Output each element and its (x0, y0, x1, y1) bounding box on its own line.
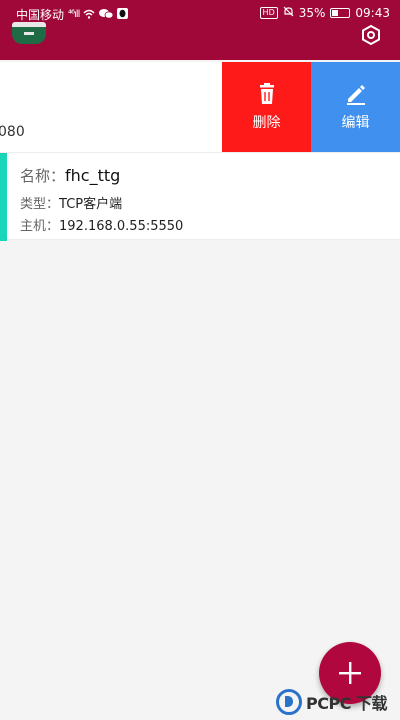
name-value: fhc_ttg (65, 166, 121, 185)
status-right: HD 35% 09:43 (259, 6, 390, 20)
carrier-name: 中国移动 (16, 8, 65, 22)
connection-host-row: 主机：192.168.0.55:5550 (20, 215, 183, 234)
plus-icon (339, 662, 361, 684)
type-label: 类型： (20, 197, 60, 212)
app-logo-icon (12, 22, 46, 44)
host-value: 192.168.0.55:5550 (59, 219, 184, 234)
edit-button[interactable]: 编辑 (311, 62, 400, 152)
connection-name-row: 名称：fhc_ttg (20, 165, 120, 186)
partial-host-text: 080 (0, 124, 25, 140)
trash-icon (259, 83, 274, 104)
wechat-icon (99, 8, 114, 22)
status-left: 中国移动 ⁴⁶ıll (16, 6, 129, 23)
watermark-logo-icon (276, 689, 302, 715)
battery-icon (330, 8, 351, 18)
hd-badge: HD (259, 7, 278, 19)
battery-percent: 35% (298, 6, 326, 20)
edit-label: 编辑 (341, 115, 370, 131)
app-bar: 中国移动 ⁴⁶ıll HD 35% 09:43 (0, 0, 400, 60)
delete-label: 删除 (252, 115, 281, 131)
status-bar: 中国移动 ⁴⁶ıll HD 35% 09:43 (0, 0, 400, 26)
clock: 09:43 (355, 6, 390, 20)
connection-card[interactable]: 名称：fhc_ttg 类型：TCP客户端 主机：192.168.0.55:555… (0, 152, 400, 241)
delete-button[interactable]: 删除 (222, 62, 311, 152)
app-screen: 中国移动 ⁴⁶ıll HD 35% 09:43 080 删除 编辑 名称：fhc… (0, 0, 400, 720)
mute-icon (283, 6, 294, 20)
watermark: PCPC 下载 (276, 684, 400, 720)
type-value: TCP客户端 (59, 197, 123, 212)
pencil-icon (346, 85, 365, 105)
watermark-text: PCPC 下载 (306, 694, 388, 713)
settings-hexagon-icon[interactable] (360, 24, 382, 46)
card-accent-bar (0, 153, 7, 241)
wifi-icon (83, 8, 95, 22)
signal-icon: ⁴⁶ıll (68, 9, 80, 20)
name-label: 名称： (20, 167, 66, 185)
host-label: 主机： (20, 219, 60, 234)
qq-icon (117, 7, 129, 22)
swiped-list-item[interactable]: 080 删除 编辑 (0, 62, 400, 152)
connection-type-row: 类型：TCP客户端 (20, 193, 122, 212)
